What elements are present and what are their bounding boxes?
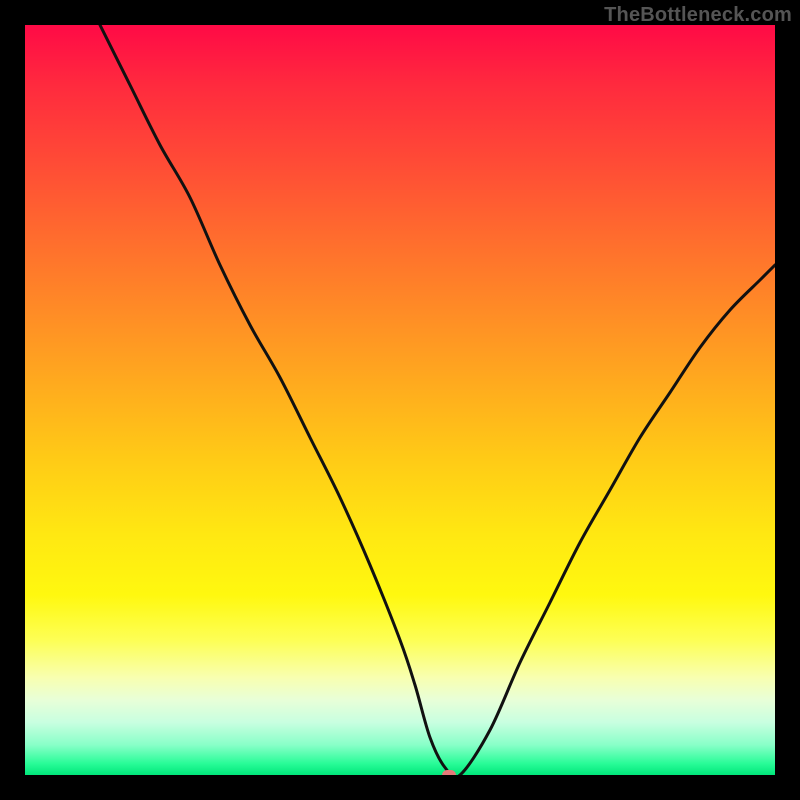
optimum-marker bbox=[442, 770, 456, 775]
chart-frame: TheBottleneck.com bbox=[0, 0, 800, 800]
plot-area bbox=[25, 25, 775, 775]
curve-svg bbox=[25, 25, 775, 775]
bottleneck-curve bbox=[100, 25, 775, 775]
watermark-label: TheBottleneck.com bbox=[604, 4, 792, 27]
